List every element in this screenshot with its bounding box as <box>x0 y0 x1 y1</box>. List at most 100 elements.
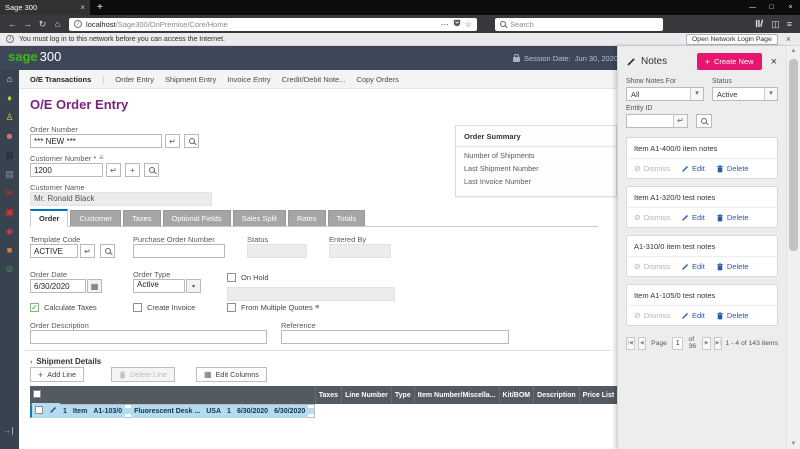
last-page-button[interactable]: ▶| <box>714 337 723 350</box>
edit-button[interactable]: Edit <box>681 262 705 271</box>
reference-input[interactable] <box>281 330 509 344</box>
scroll-down-icon[interactable]: ▼ <box>787 441 800 447</box>
purchase-order-number-input[interactable] <box>133 244 225 258</box>
calculate-taxes-checkbox[interactable]: ✓ <box>30 303 39 312</box>
open-network-login-button[interactable]: Open Network Login Page <box>686 34 778 45</box>
delete-button[interactable]: Delete <box>716 164 749 173</box>
order-number-finder-icon[interactable] <box>184 134 199 148</box>
edit-button[interactable]: Edit <box>681 164 705 173</box>
browser-tab[interactable]: Sage 300 × <box>0 0 90 15</box>
menu-item-shipment-entry[interactable]: Shipment Entry <box>165 75 216 84</box>
select-all-checkbox[interactable] <box>33 390 41 398</box>
show-notes-for-select[interactable]: All▾ <box>626 87 704 101</box>
entity-id-search-icon[interactable] <box>696 114 712 128</box>
page-actions-icon[interactable]: ⋯ <box>441 20 449 29</box>
tab-totals[interactable]: Totals <box>328 210 366 226</box>
notes-close-icon[interactable]: × <box>767 56 779 68</box>
sidebar-collapse-icon[interactable]: → <box>3 427 13 435</box>
from-multiple-quotes-detail-icon[interactable]: ≡ <box>315 302 319 311</box>
customer-detail-icon[interactable]: ≡ <box>99 153 104 162</box>
module-mail-icon[interactable]: ✉ <box>6 189 14 198</box>
customer-number-input[interactable] <box>30 163 103 177</box>
order-type-dropdown-icon[interactable]: ▾ <box>186 279 201 293</box>
col-taxes[interactable]: Taxes <box>315 386 341 404</box>
template-code-finder-icon[interactable] <box>100 244 115 258</box>
table-row[interactable]: 1 Item A1-103/0 Fluorescent Desk ... USA… <box>30 404 315 418</box>
customer-number-finder-icon[interactable] <box>144 163 159 177</box>
row-taxes-edit-icon[interactable] <box>46 403 60 418</box>
module-folder-icon[interactable]: ■ <box>7 246 12 255</box>
col-line-number[interactable]: Line Number <box>342 386 392 404</box>
template-code-input[interactable] <box>30 244 78 258</box>
bookmark-star-icon[interactable]: ☆ <box>465 20 472 29</box>
order-number-input[interactable] <box>30 134 162 148</box>
tab-order[interactable]: Order <box>30 209 68 227</box>
calendar-icon[interactable]: ▦ <box>87 279 102 293</box>
menu-item-order-entry[interactable]: Order Entry <box>115 75 154 84</box>
back-icon[interactable]: ← <box>5 19 20 29</box>
tab-taxes[interactable]: Taxes <box>123 210 161 226</box>
page-scrollbar[interactable]: ▲ ▼ <box>786 46 800 449</box>
template-code-enter-icon[interactable]: ↵ <box>80 244 95 258</box>
minimize-button[interactable]: — <box>743 0 762 15</box>
first-page-button[interactable]: |◀ <box>626 337 635 350</box>
order-number-enter-icon[interactable]: ↵ <box>165 134 180 148</box>
home-icon[interactable]: ⌂ <box>50 19 65 29</box>
tab-optional-fields[interactable]: Optional Fields <box>163 210 231 226</box>
col-type[interactable]: Type <box>391 386 414 404</box>
forward-icon[interactable]: → <box>20 19 35 29</box>
new-tab-button[interactable]: + <box>90 0 110 15</box>
create-new-button[interactable]: +Create New <box>697 53 762 70</box>
module-diamond-icon[interactable]: ◆ <box>6 227 13 236</box>
pocket-icon[interactable] <box>453 19 461 29</box>
customer-number-enter-icon[interactable]: ↵ <box>106 163 121 177</box>
row-checkbox[interactable] <box>35 406 43 414</box>
col-price-list[interactable]: Price List <box>579 386 617 404</box>
edit-button[interactable]: Edit <box>681 311 705 320</box>
sidebar-toggle-icon[interactable]: ◫ <box>771 19 780 30</box>
col-kit-bom[interactable]: Kit/BOM <box>499 386 534 404</box>
menu-item-invoice-entry[interactable]: Invoice Entry <box>227 75 270 84</box>
menu-icon[interactable]: ≡ <box>787 19 792 29</box>
url-bar[interactable]: i localhost/Sage300/OnPremise/Core/Home … <box>69 18 477 31</box>
module-list-icon[interactable]: ▤ <box>5 170 14 179</box>
row-select-cell[interactable] <box>32 403 46 418</box>
create-invoice-checkbox[interactable] <box>133 303 142 312</box>
order-description-input[interactable] <box>30 330 267 344</box>
window-close-button[interactable]: × <box>781 0 800 15</box>
customer-number-add-icon[interactable]: + <box>125 163 140 177</box>
site-info-icon[interactable]: i <box>74 20 82 28</box>
next-page-button[interactable]: ▶ <box>702 337 711 350</box>
order-type-select[interactable]: Active <box>133 279 185 293</box>
tab-rates[interactable]: Rates <box>288 210 326 226</box>
on-hold-checkbox[interactable] <box>227 273 236 282</box>
reload-icon[interactable]: ↻ <box>35 19 50 30</box>
select-all-header[interactable] <box>30 386 315 404</box>
delete-button[interactable]: Delete <box>716 213 749 222</box>
maximize-button[interactable]: □ <box>762 0 781 15</box>
home-icon[interactable]: ⌂ <box>7 75 12 84</box>
module-bank-icon[interactable]: ▦ <box>5 151 14 160</box>
search-input[interactable]: Search <box>495 18 663 31</box>
shipment-details-header[interactable]: ›Shipment Details <box>30 357 101 366</box>
col-description[interactable]: Description <box>534 386 580 404</box>
col-item-number[interactable]: Item Number/Miscella... <box>414 386 499 404</box>
module-people-icon[interactable]: ☻ <box>5 132 14 141</box>
delete-button[interactable]: Delete <box>716 262 749 271</box>
page-number-input[interactable]: 1 <box>672 337 684 350</box>
tab-close-icon[interactable]: × <box>80 3 85 12</box>
delete-button[interactable]: Delete <box>716 311 749 320</box>
menu-item-copy-orders[interactable]: Copy Orders <box>356 75 399 84</box>
tab-sales-split[interactable]: Sales Split <box>233 210 286 226</box>
entity-id-enter-icon[interactable]: ↵ <box>673 115 687 127</box>
module-user-icon[interactable]: ♙ <box>5 113 13 122</box>
menu-item-credit-debit-note[interactable]: Credit/Debit Note... <box>282 75 346 84</box>
menu-root[interactable]: O/E Transactions <box>30 75 91 84</box>
status-filter-select[interactable]: Active▾ <box>712 87 778 101</box>
scrollbar-thumb[interactable] <box>789 59 798 251</box>
order-date-input[interactable] <box>30 279 86 293</box>
edit-button[interactable]: Edit <box>681 213 705 222</box>
add-line-button[interactable]: +Add Line <box>30 367 84 382</box>
entity-id-input[interactable]: ↵ <box>626 114 688 128</box>
module-key-icon[interactable]: ♦ <box>7 94 12 103</box>
